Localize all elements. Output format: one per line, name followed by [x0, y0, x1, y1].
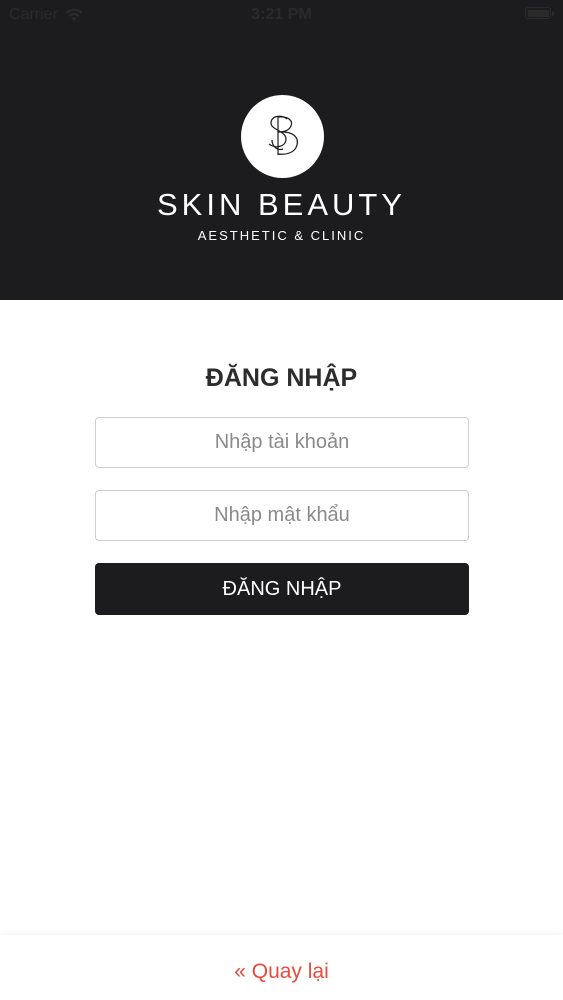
status-time: 3:21 PM: [251, 6, 312, 23]
username-input[interactable]: [95, 417, 469, 468]
password-input[interactable]: [95, 490, 469, 541]
battery-icon: [525, 7, 554, 19]
status-bar: Carrier 3:21 PM: [0, 0, 563, 30]
brand-subtitle: AESTHETIC & CLINIC: [197, 228, 366, 243]
brand-title: SKIN BEAUTY: [157, 187, 406, 222]
logo-monogram-icon: [268, 115, 298, 155]
header-banner: Carrier 3:21 PM SKIN BEAUTY AESTHETIC & …: [0, 0, 563, 300]
login-button[interactable]: ĐĂNG NHẬP: [95, 563, 469, 615]
brand-logo: [241, 95, 324, 178]
login-heading: ĐĂNG NHẬP: [205, 364, 358, 392]
back-link[interactable]: « Quay lại: [0, 960, 563, 984]
